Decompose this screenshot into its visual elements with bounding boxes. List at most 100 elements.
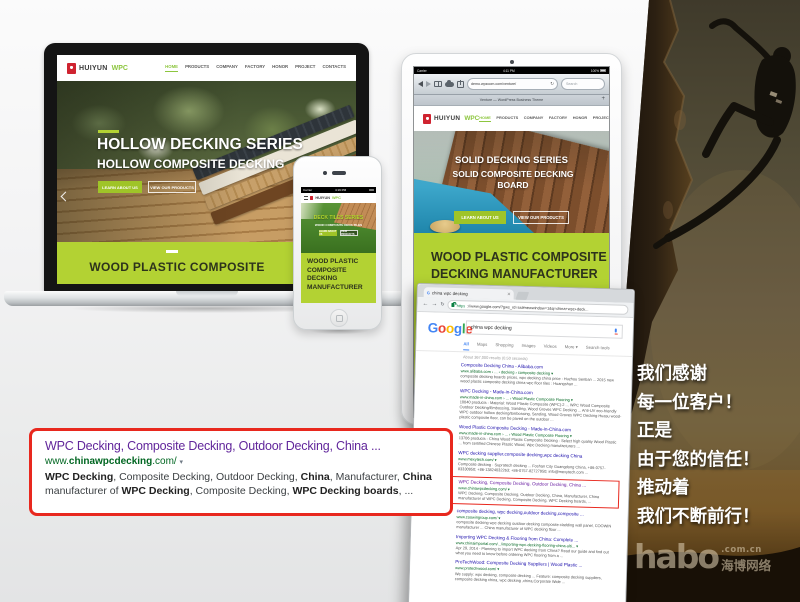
snippet-part: , ...	[399, 485, 414, 497]
address-url: demo.wpzoom.com/venture/	[471, 82, 516, 86]
menu-all[interactable]: All	[463, 341, 469, 350]
hero-title: SOLID DECKING SERIES	[414, 155, 609, 166]
menu-icon[interactable]	[304, 196, 308, 199]
search-input[interactable]: china wpc decking	[466, 320, 623, 338]
site-nav: HOME PRODUCTS COMPANY FACTORY HONOR PROJ…	[479, 115, 610, 123]
habo-chinese-name: 海博网络	[721, 555, 771, 574]
clock-label: 4:19 PM	[335, 188, 346, 192]
nav-item-contacts[interactable]: CONTACTS	[322, 64, 346, 72]
brand-name-accent: WPC	[112, 65, 128, 72]
habo-watermark: habo .com.cn 海博网络	[634, 539, 771, 575]
site-header: HUIYUN WPC HOME PRODUCTS COMPANY FACTORY…	[414, 106, 609, 131]
snippet-part: , Composite Decking, Outdoor Decking,	[113, 471, 300, 483]
slogan-text: 我们感谢 每一位客户！ 正是 由于您的信任！ 推动着 我们不断前行！	[637, 360, 760, 531]
nav-item-project[interactable]: PROJECT	[295, 64, 315, 72]
brand-name-accent: WPC	[464, 115, 479, 122]
menu-videos[interactable]: Videos	[543, 344, 556, 353]
nav-item-factory[interactable]: FACTORY	[549, 115, 567, 123]
safari-tab-bar: Venture — WordPress Business Theme +	[414, 95, 609, 106]
site-header: HUIYUN WPC HOME PRODUCTS COMPANY FACTORY…	[57, 55, 356, 81]
nav-item-honor[interactable]: HONOR	[573, 115, 587, 123]
brand-name-accent: WPC	[332, 196, 341, 200]
nav-item-home[interactable]: HOME	[165, 64, 178, 72]
search-result: composite decking, wpc decking,outdoor d…	[456, 508, 619, 534]
clock-label: 4:11 PM	[427, 69, 591, 73]
address-bar[interactable]: demo.wpzoom.com/venture/ ↻	[467, 78, 558, 90]
snippet-part: China	[301, 471, 330, 483]
tab-title: china wpc decking	[432, 290, 468, 296]
nav-item-products[interactable]: PRODUCTS	[496, 115, 518, 123]
menu-more[interactable]: More ▾	[564, 344, 577, 353]
nav-item-factory[interactable]: FACTORY	[245, 64, 265, 72]
band-accent-dash	[166, 250, 178, 253]
url-text: ://www.google.com/?gws_rd=ssl#newwindow=…	[467, 303, 589, 311]
home-button[interactable]	[330, 309, 348, 327]
phone-screen: Carrier 4:19 PM HUIYUN WPC DECK TILES SE…	[301, 187, 376, 303]
bookmarks-icon[interactable]	[434, 81, 442, 87]
close-tab-icon[interactable]: ✕	[507, 291, 511, 297]
reload-icon[interactable]: ↻	[550, 81, 554, 87]
menu-search-tools[interactable]: Search tools	[586, 345, 610, 354]
snippet-part: WPC Decking	[45, 471, 113, 483]
battery-icon	[600, 69, 606, 72]
nav-item-home[interactable]: HOME	[479, 115, 491, 123]
hero-title: HOLLOW DECKING SERIES	[97, 136, 303, 154]
new-tab-button[interactable]	[515, 292, 529, 300]
search-field[interactable]: Search	[561, 78, 605, 90]
slogan-line: 推动着	[637, 474, 760, 503]
results-list: Composite Decking China - Alibaba.com ww…	[455, 362, 623, 590]
green-section: WOOD PLASTIC COMPOSITE DECKING MANUFACTU…	[301, 253, 376, 303]
learn-about-us-button[interactable]: LEARN ABOUT US	[319, 230, 337, 236]
new-tab-icon[interactable]: +	[601, 96, 605, 102]
back-icon[interactable]: ←	[422, 301, 428, 307]
cloud-tabs-icon[interactable]	[445, 82, 454, 87]
brand-name: HUIYUN	[434, 115, 460, 122]
safari-toolbar: demo.wpzoom.com/venture/ ↻ Search	[414, 74, 609, 95]
reload-icon[interactable]: ↻	[440, 302, 444, 308]
nav-item-honor[interactable]: HONOR	[272, 64, 288, 72]
nav-item-company[interactable]: COMPANY	[216, 64, 238, 72]
hero-slider: DECK TILES SERIES WOOD COMPOSITE DECK TI…	[301, 203, 376, 253]
nav-item-products[interactable]: PRODUCTS	[185, 64, 209, 72]
url-domain: chinawpcdecking	[69, 456, 152, 467]
brand-name: HUIYUN	[315, 196, 330, 200]
mic-icon[interactable]	[614, 329, 618, 334]
phone: Carrier 4:19 PM HUIYUN WPC DECK TILES SE…	[293, 156, 382, 330]
highlighted-result-callout: WPC Decking, Composite Decking, Outdoor …	[29, 428, 453, 516]
site-logo[interactable]: HUIYUN WPC	[67, 63, 128, 74]
hero-accent-dash	[98, 130, 119, 133]
view-products-button[interactable]: VIEW OUR PRODUCTS	[148, 181, 196, 193]
lock-icon	[452, 303, 455, 306]
menu-maps[interactable]: Maps	[477, 342, 488, 351]
view-products-button[interactable]: VIEW OUR PRODUCTS	[513, 211, 569, 224]
view-products-button[interactable]: VIEW PRODUCTS	[340, 230, 358, 236]
section-heading: WOOD PLASTIC COMPOSITE DECKING MANUFACTU…	[307, 258, 369, 292]
hero-title: DECK TILES SERIES	[301, 215, 376, 221]
promo-collage: HUIYUN WPC HOME PRODUCTS COMPANY FACTORY…	[0, 0, 800, 602]
search-result-highlighted: WPC Decking, Composite Decking, Outdoor …	[451, 476, 620, 509]
results-stats: About 367,000 results (0.50 seconds)	[463, 354, 528, 361]
learn-about-us-button[interactable]: LEARN ABOUT US	[98, 181, 142, 193]
learn-about-us-button[interactable]: LEARN ABOUT US	[454, 211, 506, 224]
tab-title[interactable]: Venture — WordPress Business Theme	[480, 98, 543, 102]
menu-images[interactable]: Images	[521, 343, 535, 352]
share-icon[interactable]	[457, 81, 464, 88]
back-icon[interactable]	[418, 81, 423, 87]
phone-speaker-icon	[332, 171, 346, 175]
band-title: WOOD PLASTIC COMPOSITE	[57, 260, 297, 274]
site-logo[interactable]: HUIYUN WPC	[423, 114, 479, 124]
result-snippet: 10040 products - Material: Wood Plastic …	[459, 399, 622, 424]
nav-item-project[interactable]: PROJECT	[593, 115, 610, 123]
forward-icon[interactable]: →	[431, 301, 437, 307]
result-url[interactable]: www.chinawpcdecking.com/ ▾	[45, 456, 438, 467]
dropdown-arrow-icon[interactable]: ▾	[180, 459, 184, 466]
battery-percent: 100%	[591, 69, 599, 73]
snippet-part: , Composite Decking,	[190, 485, 293, 497]
hero-subtitle: WOOD COMPOSITE DECK TILES	[301, 223, 376, 227]
nav-item-company[interactable]: COMPANY	[524, 115, 544, 123]
menu-shopping[interactable]: Shopping	[495, 342, 513, 351]
result-title[interactable]: WPC Decking, Composite Decking, Outdoor …	[45, 439, 438, 453]
forward-icon[interactable]	[426, 81, 431, 87]
tablet-status-bar: Carrier 4:11 PM 100%	[414, 67, 609, 74]
search-result: Importing WPC Decking & Flooring from Ch…	[455, 534, 618, 560]
